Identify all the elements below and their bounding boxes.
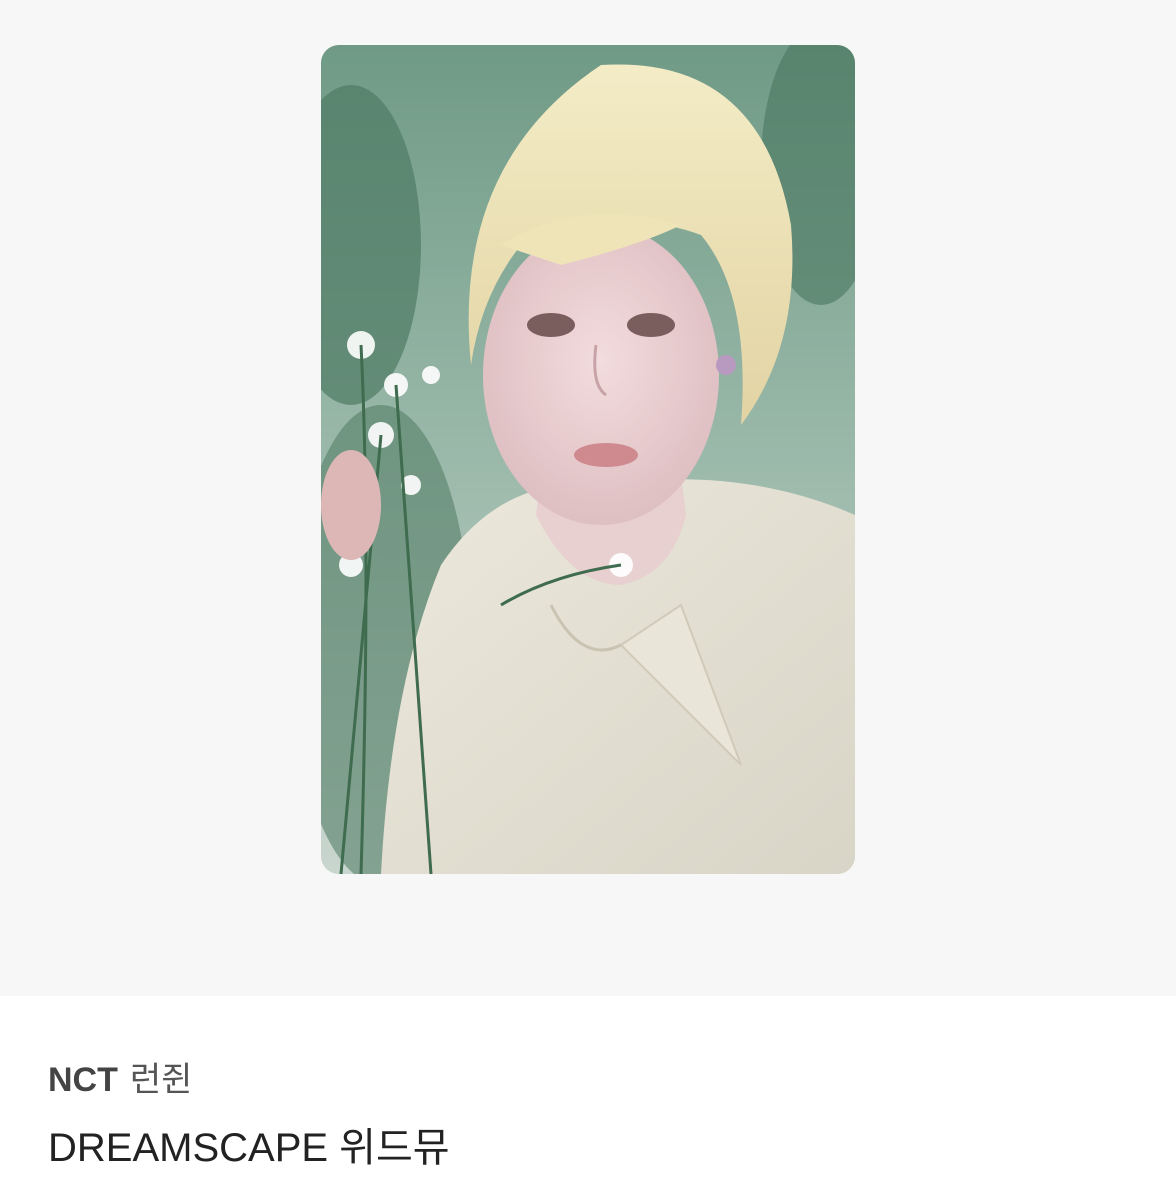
photocard-image[interactable] xyxy=(321,45,855,874)
group-name[interactable]: NCT xyxy=(48,1061,118,1099)
product-info: NCT 런쥔 DREAMSCAPE 위드뮤 xyxy=(0,996,1176,1200)
product-title: DREAMSCAPE 위드뮤 xyxy=(48,1126,450,1170)
member-name[interactable]: 런쥔 xyxy=(130,1061,193,1099)
product-image-area xyxy=(0,0,1176,996)
brand-line: NCT 런쥔 xyxy=(48,1060,192,1100)
photocard-illustration xyxy=(321,45,855,874)
